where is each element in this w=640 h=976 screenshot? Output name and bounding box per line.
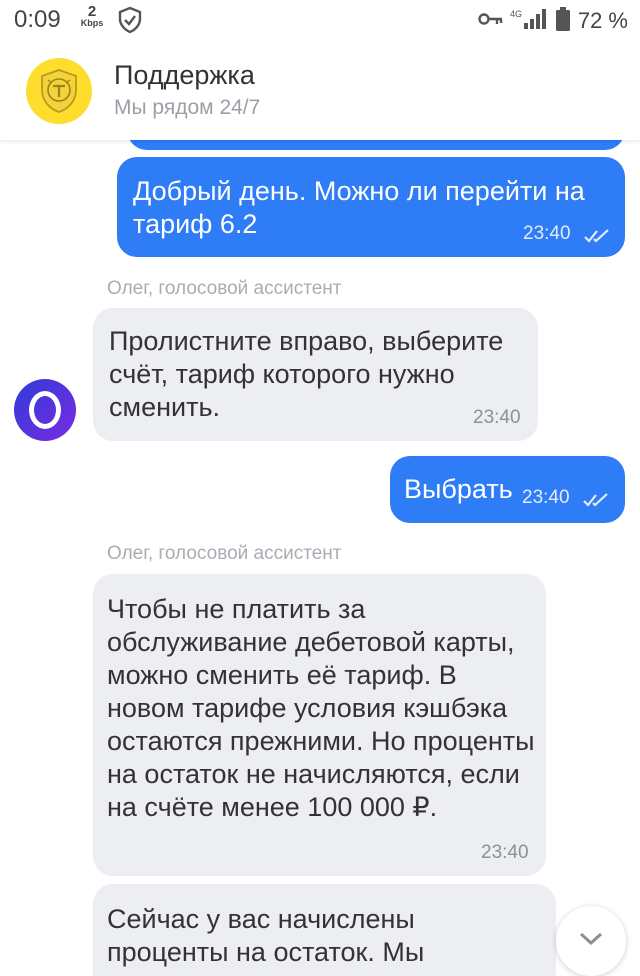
double-check-icon <box>582 483 610 516</box>
status-right: 4G 72 % <box>472 6 628 36</box>
chat-header: Поддержка Мы рядом 24/7 <box>0 40 640 140</box>
double-check-icon <box>583 219 611 252</box>
bank-logo-icon[interactable] <box>26 58 92 124</box>
battery-icon <box>555 6 570 36</box>
network-speed-value: 2 <box>87 3 97 20</box>
chat-title: Поддержка <box>114 60 255 90</box>
message-time: 23:40 <box>523 223 571 244</box>
message-bubble-incoming[interactable]: Сейчас у вас начислены проценты на остат… <box>93 884 556 976</box>
network-speed-unit: Kbps <box>80 18 104 28</box>
shield-check-icon <box>117 6 143 39</box>
vpn-key-icon <box>478 12 504 31</box>
message-bubble-incoming[interactable]: Чтобы не платить за обслуживание дебетов… <box>93 574 546 876</box>
battery-percent: 72 % <box>577 8 628 33</box>
status-bar: 0:09 2 Kbps 4G 72 % <box>0 0 640 40</box>
scroll-down-button[interactable] <box>556 906 626 976</box>
o-ring-icon <box>29 391 61 429</box>
network-type-label: 4G <box>510 9 522 19</box>
chat-subtitle: Мы рядом 24/7 <box>114 96 261 119</box>
assistant-avatar[interactable] <box>14 379 76 441</box>
message-text: Пролистните вправо, выберите счёт, тариф… <box>109 326 504 422</box>
network-speed: 2 Kbps <box>80 4 104 28</box>
message-time: 23:40 <box>481 842 529 863</box>
sender-name: Олег, голосовой ассистент <box>107 543 342 564</box>
message-time: 23:40 <box>473 407 521 428</box>
message-text: Сейчас у вас начислены проценты на остат… <box>107 904 425 967</box>
signal-icon: 4G <box>510 8 550 35</box>
message-bubble-outgoing[interactable]: Выбрать 23:40 <box>390 456 625 523</box>
status-time: 0:09 <box>14 6 61 33</box>
message-text: Чтобы не платить за обслуживание дебетов… <box>107 594 535 822</box>
chevron-down-icon <box>578 931 604 952</box>
message-time: 23:40 <box>522 487 570 508</box>
chat-screen: 0:09 2 Kbps 4G 72 % Поддержка Мы рядом 2… <box>0 0 640 976</box>
message-text: Выбрать <box>404 474 513 504</box>
message-bubble-incoming[interactable]: Пролистните вправо, выберите счёт, тариф… <box>93 308 538 441</box>
message-bubble-outgoing[interactable]: Добрый день. Можно ли перейти на тариф 6… <box>117 157 625 257</box>
sender-name: Олег, голосовой ассистент <box>107 278 342 299</box>
